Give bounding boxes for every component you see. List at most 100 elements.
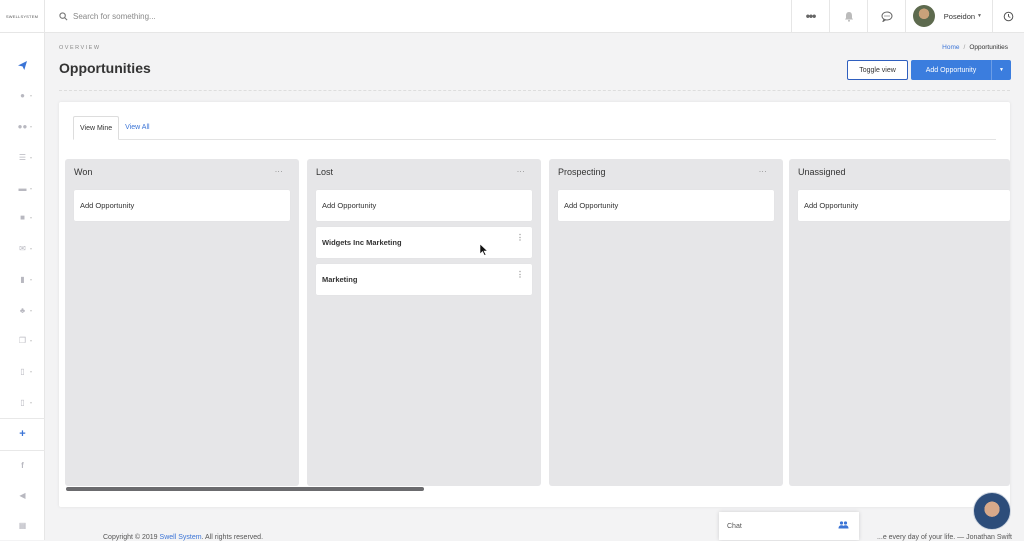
opportunity-card[interactable]: Marketing ⋮ <box>316 264 532 295</box>
tab-view-mine[interactable]: View Mine <box>73 116 120 140</box>
caret-down-icon: ▼ <box>977 13 982 19</box>
mail-icon: ✉ <box>19 243 26 253</box>
column-menu-button[interactable]: ... <box>517 165 525 174</box>
column-title: Prospecting <box>558 167 606 177</box>
sidebar-add-button[interactable]: + <box>0 424 45 444</box>
sidebar-item-company[interactable]: ▦ <box>0 515 45 535</box>
timer-button[interactable] <box>992 0 1024 33</box>
logo-text: SWELLSYSTEM <box>5 13 39 19</box>
plus-icon: + <box>19 428 26 440</box>
add-opportunity-label: Add Opportunity <box>925 66 977 74</box>
horizontal-scrollbar[interactable] <box>66 487 424 491</box>
brand-logo[interactable]: SWELLSYSTEM <box>0 0 45 33</box>
sidebar-item-tasks[interactable]: ■ ▾ <box>0 207 45 227</box>
chevron-down-icon: ▾ <box>30 399 33 405</box>
sidebar-item-org[interactable]: ♣ ▾ <box>0 300 45 320</box>
people-icon <box>838 521 849 529</box>
page-title: Opportunities <box>59 60 151 76</box>
mouse-cursor-icon <box>480 244 488 256</box>
chevron-down-icon: ▾ <box>30 368 33 374</box>
chat-bubble-icon <box>881 11 892 22</box>
add-opportunity-card[interactable]: Add Opportunity <box>74 190 290 221</box>
messages-button[interactable] <box>867 0 905 33</box>
chevron-down-icon: ▾ <box>30 123 33 129</box>
copy-icon: ❐ <box>18 335 27 345</box>
opportunity-name: Widgets Inc Marketing <box>322 238 402 247</box>
kanban-panel: View Mine View All Won ... Add Opportuni… <box>59 102 1010 507</box>
users-icon: ●● <box>17 121 28 131</box>
check-icon: ■ <box>20 212 25 222</box>
sidebar-item-campaigns[interactable]: ◀ <box>0 485 45 505</box>
notifications-button[interactable] <box>829 0 867 33</box>
search-input[interactable] <box>73 11 373 21</box>
more-menu-button[interactable]: ••• <box>791 0 829 33</box>
sidebar-divider <box>0 418 45 419</box>
view-tabs: View Mine View All <box>73 116 996 140</box>
column-title: Unassigned <box>798 167 846 177</box>
sidebar-item-trash[interactable]: ▮ ▾ <box>0 269 45 289</box>
user-name: Poseidon <box>943 11 976 21</box>
timer-icon <box>1003 11 1014 21</box>
ellipsis-icon: ••• <box>805 9 817 23</box>
chevron-down-icon: ▾ <box>30 307 33 313</box>
column-title: Won <box>74 167 93 177</box>
user-icon: ● <box>20 90 25 100</box>
opportunity-name: Marketing <box>322 275 358 284</box>
support-avatar-bubble[interactable] <box>973 492 1011 530</box>
chevron-down-icon: ▾ <box>30 337 33 343</box>
sidebar-item-documents[interactable]: ▯ ▾ <box>0 361 45 381</box>
kanban-column-prospecting: Prospecting ... Add Opportunity <box>549 159 783 486</box>
sidebar-item-contacts[interactable]: ● ▾ <box>0 85 45 105</box>
add-opportunity-card[interactable]: Add Opportunity <box>558 190 774 221</box>
chevron-down-icon: ▾ <box>30 214 33 220</box>
sidebar-item-send[interactable] <box>0 55 45 75</box>
user-menu[interactable]: Poseidon ▼ <box>905 0 992 33</box>
sidebar-divider <box>0 450 45 451</box>
building-icon: ▦ <box>18 520 27 530</box>
sidebar-item-users[interactable]: ●● ▾ <box>0 116 45 136</box>
kebab-menu-icon[interactable]: ⋮ <box>516 271 524 279</box>
caret-down-icon[interactable]: ▼ <box>991 60 1011 80</box>
breadcrumb-home-link[interactable]: Home <box>942 44 959 51</box>
chevron-down-icon: ▾ <box>30 276 33 282</box>
global-search <box>45 0 791 32</box>
breadcrumb-separator: / <box>963 44 966 51</box>
sidebar-item-copies[interactable]: ❐ ▾ <box>0 330 45 350</box>
kanban-column-unassigned: Unassigned Add Opportunity <box>789 159 1010 486</box>
chat-label: Chat <box>727 522 742 530</box>
megaphone-icon: ◀ <box>19 490 26 500</box>
sidebar-item-folders[interactable]: ▬ ▾ <box>0 178 45 198</box>
list-icon: ☰ <box>18 152 27 162</box>
section-label: OVERVIEW <box>59 45 101 51</box>
add-opportunity-button[interactable]: Add Opportunity ▼ <box>911 60 1011 80</box>
avatar <box>913 5 935 27</box>
sidebar-item-mail[interactable]: ✉ ▾ <box>0 238 45 258</box>
breadcrumb: Home / Opportunities <box>942 44 1008 51</box>
toggle-view-button[interactable]: Toggle view <box>847 60 908 80</box>
facebook-icon: f <box>21 460 24 470</box>
send-icon <box>18 60 27 70</box>
bell-icon <box>844 11 853 22</box>
tab-view-all[interactable]: View All <box>119 115 155 139</box>
chat-widget[interactable]: Chat <box>719 512 859 540</box>
top-navbar: SWELLSYSTEM ••• Poseidon ▼ <box>0 0 1024 33</box>
column-title: Lost <box>316 167 334 177</box>
chevron-down-icon: ▾ <box>30 154 33 160</box>
column-menu-button[interactable]: ... <box>759 165 767 174</box>
trash-icon: ▮ <box>20 274 25 284</box>
sidebar-item-files[interactable]: ▯ ▾ <box>0 392 45 412</box>
kebab-menu-icon[interactable]: ⋮ <box>516 234 524 242</box>
sidebar-item-lists[interactable]: ☰ ▾ <box>0 147 45 167</box>
sidebar-item-facebook[interactable]: f <box>0 455 45 475</box>
add-opportunity-card[interactable]: Add Opportunity <box>316 190 532 221</box>
opportunity-card[interactable]: Widgets Inc Marketing ⋮ <box>316 227 532 258</box>
sidebar: ● ▾ ●● ▾ ☰ ▾ ▬ ▾ ■ ▾ ✉ ▾ ▮ ▾ ♣ ▾ ❐ ▾ ▯ ▾ ▯ ▾ + f ◀ … <box>0 33 45 540</box>
kanban-column-won: Won ... Add Opportunity <box>65 159 299 486</box>
file-icon: ▯ <box>20 397 25 407</box>
chevron-down-icon: ▾ <box>30 245 33 251</box>
column-menu-button[interactable]: ... <box>275 165 283 174</box>
add-opportunity-card[interactable]: Add Opportunity <box>798 190 1010 221</box>
search-icon <box>59 11 68 20</box>
document-icon: ▯ <box>20 366 25 376</box>
breadcrumb-current: Opportunities <box>969 44 1008 51</box>
